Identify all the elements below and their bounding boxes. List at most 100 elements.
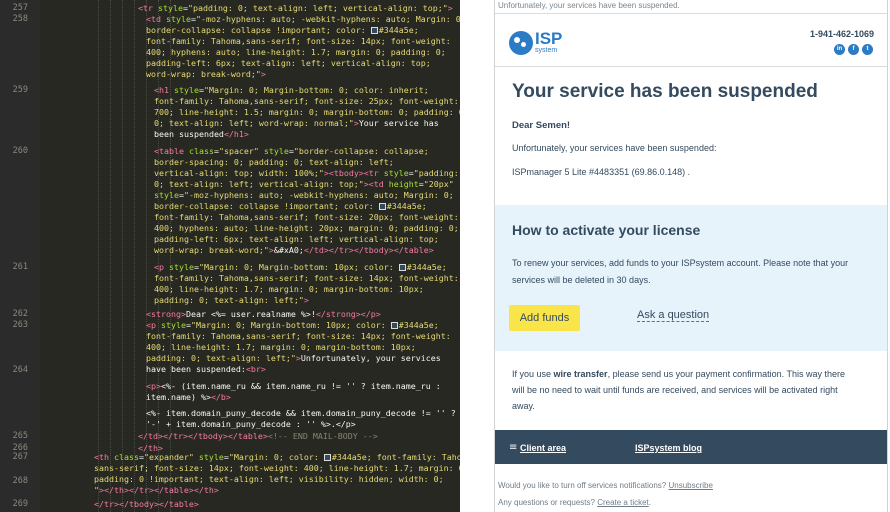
ask-question-link[interactable]: Ask a question	[637, 309, 710, 322]
indent-guide	[110, 0, 111, 512]
code-token: class	[188, 146, 214, 156]
code-token: </tr></tbody></table>	[94, 499, 199, 509]
code-line: "></th></tr></table></th>	[94, 485, 219, 496]
code-token: Your service has	[358, 118, 439, 128]
code-line: font-family: Tahoma,sans-serif; font-siz…	[146, 36, 451, 47]
code-token: <strong>	[146, 309, 186, 319]
code-token: >	[447, 3, 453, 13]
code-line: word-wrap: break-word;">	[146, 69, 266, 80]
code-token: 400; line-height: 1.7; margin: 0; margin…	[146, 342, 416, 352]
code-token: padding: 0 !important; text-align: left;…	[94, 474, 444, 484]
activate-title: How to activate your license	[512, 222, 701, 238]
code-line: sans-serif; font-size: 14px; font-weight…	[94, 463, 460, 474]
code-token: "padding: 0; text-align: left; vertical-…	[187, 3, 448, 13]
line-number: 267	[12, 452, 28, 462]
code-token: style	[161, 320, 186, 330]
code-token: Dear <%= user.realname %>!	[185, 309, 316, 319]
code-line: item.name) %></b>	[146, 392, 231, 403]
code-token: "expander"	[143, 452, 199, 462]
code-line: <th class="expander" style="Margin: 0; c…	[94, 452, 460, 463]
code-token: "-moz-hyphens: auto; -webkit-hyphens: au…	[195, 14, 460, 24]
code-token: #344a5e;	[398, 320, 439, 330]
code-line: <table class="spacer" style="border-coll…	[154, 146, 429, 157]
code-line: padding: 0; text-align: left;">	[154, 295, 309, 306]
code-line: font-family: Tahoma,sans-serif; font-siz…	[146, 331, 451, 342]
preheader-text: Unfortunately, your services have been s…	[498, 1, 680, 10]
code-token: font-family: Tahoma,sans-serif; font-siz…	[154, 212, 459, 222]
code-token: </strong></p>	[315, 309, 381, 319]
code-token: <td	[146, 14, 166, 24]
indent-guide	[122, 0, 123, 512]
add-funds-button[interactable]: Add funds	[509, 305, 580, 331]
code-line: vertical-align: top; width: 100%;"><tbod…	[154, 168, 459, 179]
code-line: <p style="Margin: 0; Margin-bottom: 10px…	[146, 320, 439, 331]
line-number: 259	[12, 85, 28, 95]
code-token: padding-left: 6px; text-align: left; ver…	[154, 234, 439, 244]
code-area[interactable]: <tr style="padding: 0; text-align: left;…	[40, 0, 460, 512]
code-line: 0; text-align: left; vertical-align: top…	[154, 179, 454, 190]
blog-link[interactable]: ISPsystem blog	[635, 443, 702, 453]
code-line: border-collapse: collapse !important; co…	[154, 201, 427, 212]
line-number: 260	[12, 146, 28, 156]
linkedin-icon[interactable]: in	[834, 44, 845, 55]
code-line: 400; hyphens: auto; line-height: 20px; m…	[154, 223, 459, 234]
page-title: Your service has been suspended	[512, 81, 818, 102]
unsubscribe-link[interactable]: Unsubscribe	[668, 481, 712, 490]
code-token: padding-left: 6px; text-align: left; ver…	[146, 58, 431, 68]
code-token: #344a5e; font-family: Tahoma	[331, 452, 460, 462]
code-token: item.name) %>	[146, 392, 211, 402]
code-token: style	[263, 146, 289, 156]
code-token: #344a5e;	[386, 201, 427, 211]
create-ticket-link[interactable]: Create a ticket	[597, 498, 649, 507]
code-token: border-spacing: 0; padding: 0; text-alig…	[154, 157, 394, 167]
code-line: padding-left: 6px; text-align: left; ver…	[154, 234, 439, 245]
code-line: padding: 0; text-align: left;">Unfortuna…	[146, 353, 441, 364]
code-token: border-collapse: collapse !important; co…	[146, 25, 371, 35]
line-number: 257	[12, 3, 28, 13]
code-token: ><tbody><tr	[323, 168, 384, 178]
code-token: 400; hyphens: auto; line-height: 1.7; ma…	[146, 47, 446, 57]
code-line: style="-moz-hyphens: auto; -webkit-hyphe…	[154, 190, 454, 201]
code-token: <%- (item.name_ru && item.name_ru != '' …	[161, 381, 441, 391]
code-token: <p>	[146, 381, 161, 391]
divider	[495, 13, 887, 14]
code-token: have been suspended:	[146, 364, 246, 374]
facebook-icon[interactable]: f	[848, 44, 859, 55]
isp-logo-icon	[509, 31, 533, 55]
code-line: 400; line-height: 1.7; margin: 0; margin…	[154, 284, 424, 295]
twitter-icon[interactable]: t	[862, 44, 873, 55]
code-token: <th	[94, 452, 114, 462]
code-token: 700; line-height: 1.5; margin: 0; margin…	[154, 107, 460, 117]
code-token: 400; hyphens: auto; line-height: 20px; m…	[154, 223, 459, 233]
service-item: ISPmanager 5 Lite #4483351 (69.86.0.148)…	[512, 167, 691, 177]
logo-subtext: system	[535, 47, 558, 54]
code-token: height	[388, 179, 419, 189]
code-token: </h1>	[223, 129, 249, 139]
code-token: style	[383, 168, 409, 178]
phone-number: 1-941-462-1069	[810, 29, 875, 39]
intro-text: Unfortunately, your services have been s…	[512, 143, 717, 153]
line-number: 263	[12, 320, 28, 330]
code-token: <br>	[245, 364, 266, 374]
code-token: ><td	[363, 179, 389, 189]
code-line: 0; text-align: left; word-wrap: normal;"…	[154, 118, 439, 129]
transfer-text-line: away.	[512, 401, 535, 411]
code-token: 400; line-height: 1.7; margin: 0; margin…	[154, 284, 424, 294]
code-line: <h1 style="Margin: 0; Margin-bottom: 0; …	[154, 85, 429, 96]
client-area-link[interactable]: Client area	[520, 443, 566, 453]
indent-guide	[134, 0, 135, 512]
code-editor[interactable]: 257 258 259 260 261 262 263 264 265 266 267 268 269 …	[0, 0, 460, 512]
code-line: </td></tr></tbody></table><!-- END MAIL-…	[138, 431, 378, 442]
code-token: "spacer"	[218, 146, 264, 156]
code-token: <table	[154, 146, 189, 156]
code-token: word-wrap: break-word;"	[154, 245, 269, 255]
code-line: 400; hyphens: auto; line-height: 1.7; ma…	[146, 47, 446, 58]
code-line: <p style="Margin: 0; Margin-bottom: 10px…	[154, 262, 447, 273]
code-line: border-spacing: 0; padding: 0; text-alig…	[154, 157, 394, 168]
color-swatch-icon	[323, 454, 331, 461]
activate-text-line: services will be deleted in 30 days.	[512, 275, 651, 285]
code-line: <strong>Dear <%= user.realname %>!</stro…	[146, 309, 381, 320]
code-line: word-wrap: break-word;">&#xA0;</td></tr>…	[154, 245, 434, 256]
line-number-gutter: 257 258 259 260 261 262 263 264 265 266 267 268 269	[0, 0, 40, 512]
logo-text: ISP	[535, 29, 563, 48]
